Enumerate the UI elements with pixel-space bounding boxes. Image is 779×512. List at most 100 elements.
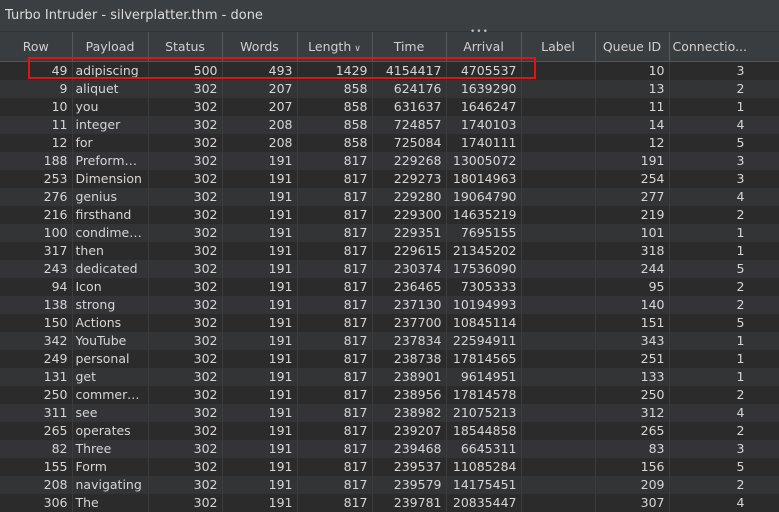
results-table: Row Payload Status Words Length∨ Time Ar… (0, 32, 779, 512)
cell-queue-id: 251 (595, 350, 669, 368)
cell-length: 817 (297, 296, 372, 314)
cell-length: 817 (297, 242, 372, 260)
cell-words: 191 (222, 170, 297, 188)
cell-queue-id: 151 (595, 314, 669, 332)
table-row[interactable]: 131get30219181723890196149511331 (0, 368, 779, 386)
cell-words: 191 (222, 476, 297, 494)
column-header-connections[interactable]: Connectio... (669, 32, 779, 62)
cell-row: 265 (0, 422, 72, 440)
cell-arrival: 17536090 (446, 260, 521, 278)
cell-payload: operates (72, 422, 148, 440)
cell-label (521, 116, 595, 134)
table-row[interactable]: 9aliquet3022078586241761639290132 (0, 80, 779, 98)
cell-connection: 3 (669, 440, 779, 458)
cell-time: 725084 (372, 134, 446, 152)
cell-words: 208 (222, 116, 297, 134)
cell-words: 191 (222, 350, 297, 368)
table-row[interactable]: 10you3022078586316371646247111 (0, 98, 779, 116)
table-row[interactable]: 12for3022088587250841740111125 (0, 134, 779, 152)
cell-label (521, 386, 595, 404)
cell-status: 302 (148, 476, 222, 494)
cell-label (521, 404, 595, 422)
cell-row: 317 (0, 242, 72, 260)
table-row[interactable]: 11integer3022088587248571740103144 (0, 116, 779, 134)
column-header-time[interactable]: Time (372, 32, 446, 62)
table-row[interactable]: 208navigating302191817239579141754512092 (0, 476, 779, 494)
table-row[interactable]: 82Three3021918172394686645311833 (0, 440, 779, 458)
cell-payload: aliquet (72, 80, 148, 98)
cell-row: 11 (0, 116, 72, 134)
cell-label (521, 62, 595, 81)
cell-queue-id: 318 (595, 242, 669, 260)
cell-status: 302 (148, 368, 222, 386)
column-header-label[interactable]: Label (521, 32, 595, 62)
cell-status: 302 (148, 314, 222, 332)
cell-time: 239781 (372, 494, 446, 512)
cell-queue-id: 312 (595, 404, 669, 422)
cell-payload: integer (72, 116, 148, 134)
cell-connection: 5 (669, 134, 779, 152)
cell-length: 817 (297, 440, 372, 458)
cell-queue-id: 11 (595, 98, 669, 116)
cell-words: 191 (222, 368, 297, 386)
resize-grip-icon[interactable]: ••• (470, 29, 484, 35)
cell-connection: 2 (669, 80, 779, 98)
column-header-words[interactable]: Words (222, 32, 297, 62)
cell-connection: 4 (669, 116, 779, 134)
table-row[interactable]: 188Preformat...3021918172292681300507219… (0, 152, 779, 170)
table-row[interactable]: 306The302191817239781208354473074 (0, 494, 779, 512)
column-header-queue-id[interactable]: Queue ID (595, 32, 669, 62)
column-header-row[interactable]: Row (0, 32, 72, 62)
table-row[interactable]: 216firsthand302191817229300146352192192 (0, 206, 779, 224)
cell-words: 191 (222, 404, 297, 422)
cell-words: 191 (222, 440, 297, 458)
cell-time: 236465 (372, 278, 446, 296)
table-row[interactable]: 342YouTube302191817237834225949113431 (0, 332, 779, 350)
cell-time: 229268 (372, 152, 446, 170)
cell-queue-id: 13 (595, 80, 669, 98)
table-body: 49adipiscing500493142941544174705537103 9… (0, 62, 779, 512)
column-header-status[interactable]: Status (148, 32, 222, 62)
column-header-length[interactable]: Length∨ (297, 32, 372, 62)
cell-connection: 1 (669, 350, 779, 368)
table-row[interactable]: 276genius302191817229280190647902774 (0, 188, 779, 206)
cell-status: 302 (148, 404, 222, 422)
cell-label (521, 170, 595, 188)
table-row[interactable]: 243dedicated302191817230374175360902445 (0, 260, 779, 278)
cell-arrival: 21345202 (446, 242, 521, 260)
table-row[interactable]: 253Dimension302191817229273180149632543 (0, 170, 779, 188)
cell-row: 150 (0, 314, 72, 332)
cell-connection: 1 (669, 332, 779, 350)
cell-row: 100 (0, 224, 72, 242)
cell-queue-id: 244 (595, 260, 669, 278)
cell-status: 302 (148, 206, 222, 224)
cell-queue-id: 265 (595, 422, 669, 440)
cell-time: 239537 (372, 458, 446, 476)
cell-arrival: 10845114 (446, 314, 521, 332)
cell-arrival: 9614951 (446, 368, 521, 386)
cell-connection: 2 (669, 296, 779, 314)
column-header-payload[interactable]: Payload (72, 32, 148, 62)
table-row[interactable]: 155Form302191817239537110852841565 (0, 458, 779, 476)
table-row[interactable]: 250commercial302191817238956178145782502 (0, 386, 779, 404)
cell-arrival: 1639290 (446, 80, 521, 98)
cell-connection: 4 (669, 494, 779, 512)
cell-time: 238738 (372, 350, 446, 368)
cell-connection: 3 (669, 152, 779, 170)
cell-status: 302 (148, 242, 222, 260)
cell-payload: strong (72, 296, 148, 314)
table-row[interactable]: 265operates302191817239207185448582652 (0, 422, 779, 440)
cell-connection: 5 (669, 314, 779, 332)
cell-words: 208 (222, 134, 297, 152)
table-row[interactable]: 150Actions302191817237700108451141515 (0, 314, 779, 332)
table-row[interactable]: 94Icon3021918172364657305333952 (0, 278, 779, 296)
table-row[interactable]: 49adipiscing500493142941544174705537103 (0, 62, 779, 81)
table-row[interactable]: 311see302191817238982210752133124 (0, 404, 779, 422)
cell-queue-id: 250 (595, 386, 669, 404)
cell-length: 817 (297, 368, 372, 386)
table-row[interactable]: 100condimen...30219181722935176951551011 (0, 224, 779, 242)
table-row[interactable]: 138strong302191817237130101949931402 (0, 296, 779, 314)
table-row[interactable]: 249personal302191817238738178145652511 (0, 350, 779, 368)
cell-arrival: 1740111 (446, 134, 521, 152)
table-row[interactable]: 317then302191817229615213452023181 (0, 242, 779, 260)
